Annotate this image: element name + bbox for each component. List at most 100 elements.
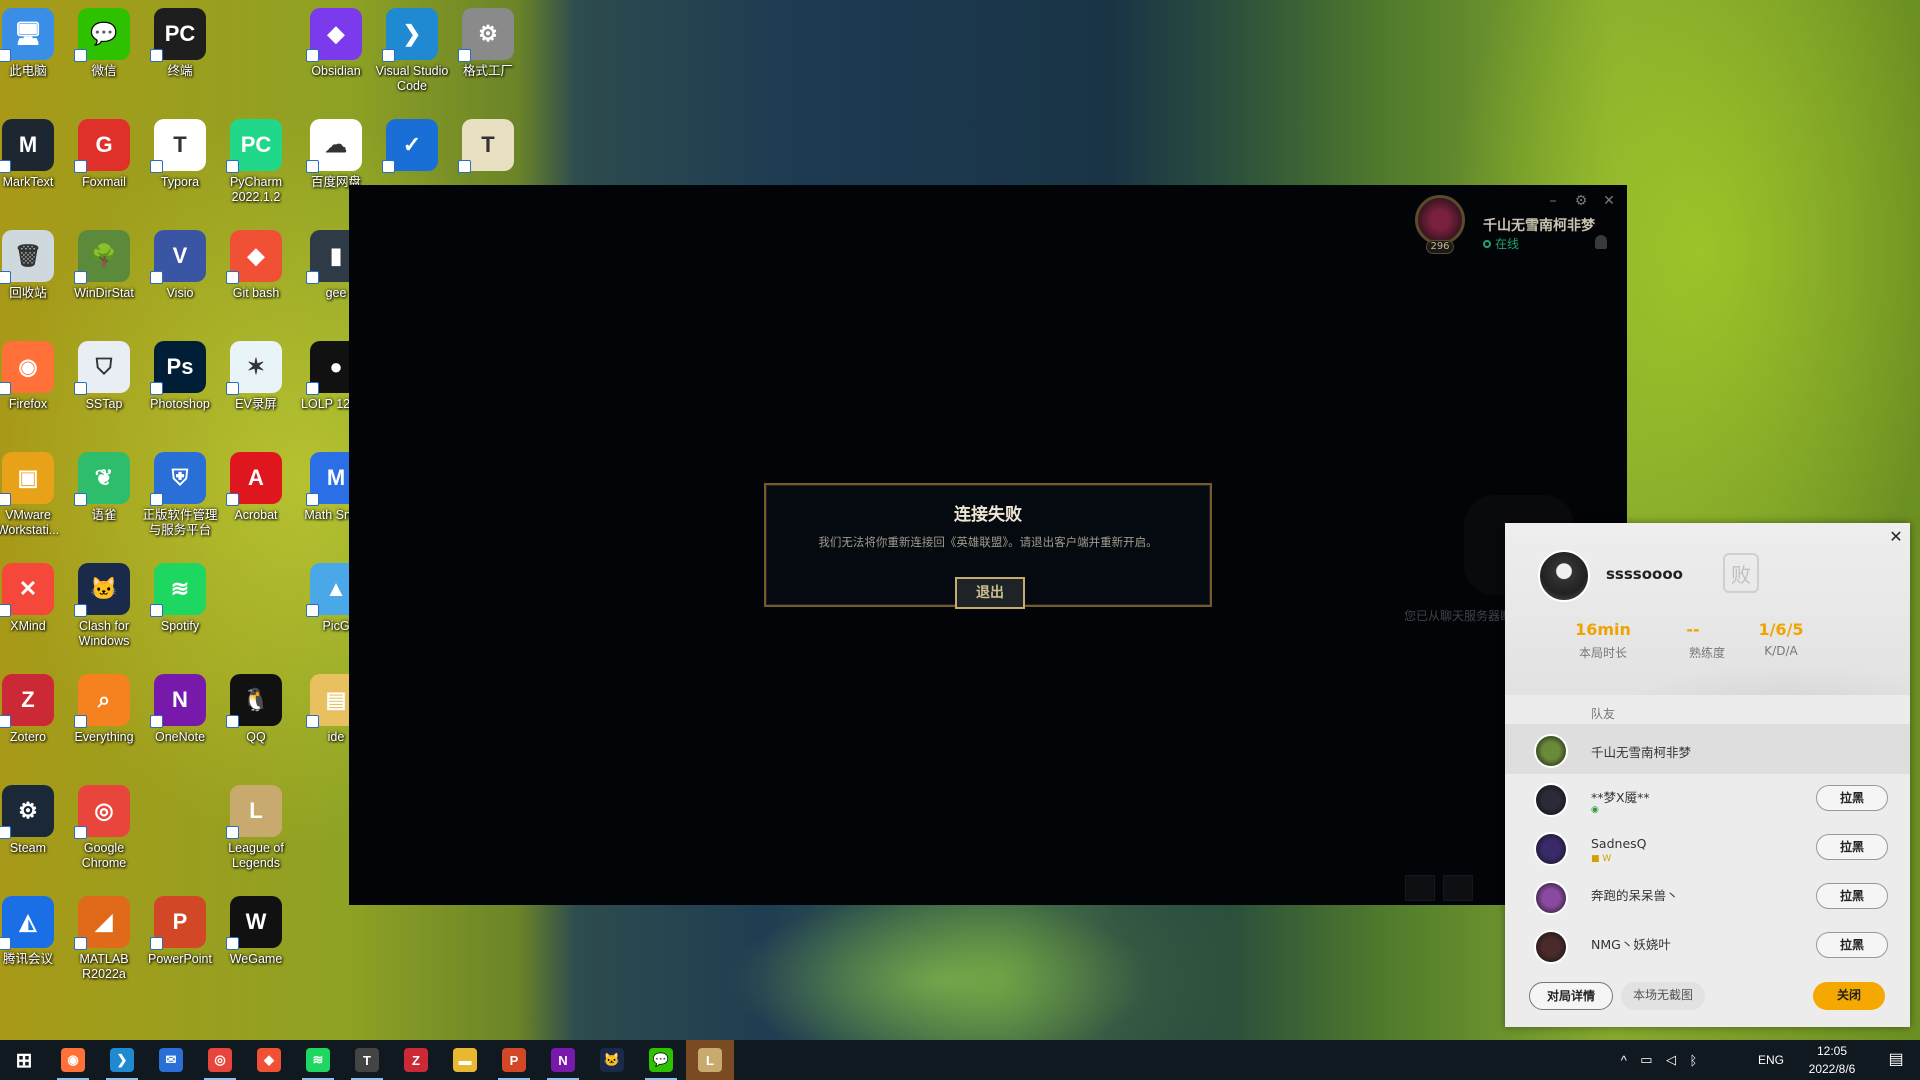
stat-duration-label: 本局时长: [1578, 646, 1627, 660]
desktop-icon[interactable]: ⌕ Everything: [66, 666, 142, 745]
desktop-icon[interactable]: T Typora: [142, 111, 218, 190]
app-icon: ◎: [74, 785, 130, 839]
close-result-button[interactable]: 关闭: [1813, 982, 1885, 1010]
app-icon: N: [150, 674, 206, 728]
bluetooth-icon[interactable]: ᛒ: [1689, 1053, 1697, 1068]
desktop-icon[interactable]: 💬 微信: [66, 0, 142, 79]
desktop-icon-label: VMware Workstati...: [0, 508, 60, 537]
desktop-icon[interactable]: ◎ Google Chrome: [66, 777, 142, 871]
stat-duration-value: 16min: [1575, 620, 1631, 639]
teammate-row: 千山无雪南柯非梦: [1505, 724, 1910, 774]
minimize-button[interactable]: –: [1543, 191, 1563, 211]
quit-button[interactable]: 退出: [955, 577, 1025, 609]
desktop-icon-label: Google Chrome: [81, 841, 127, 870]
desktop-icon-label: Obsidian: [311, 64, 361, 78]
desktop-icon[interactable]: Z Zotero: [0, 666, 66, 745]
input-language[interactable]: ENG: [1758, 1040, 1784, 1080]
desktop-icon[interactable]: 🐧 QQ: [218, 666, 294, 745]
taskbar-git-button[interactable]: ◆: [245, 1040, 293, 1080]
desktop-icon-label: Clash for Windows: [78, 619, 130, 648]
taskbar-zotero-button[interactable]: Z: [392, 1040, 440, 1080]
desktop-icon[interactable]: 🌳 WinDirStat: [66, 222, 142, 301]
taskbar-onenote-button[interactable]: N: [539, 1040, 587, 1080]
desktop-icon[interactable]: ⚙ Steam: [0, 777, 66, 856]
desktop-icon-label: SSTap: [85, 397, 123, 411]
desktop-icon[interactable]: A Acrobat: [218, 444, 294, 523]
desktop-icon[interactable]: ✓: [374, 111, 450, 175]
close-card-icon[interactable]: ✕: [1886, 527, 1906, 547]
explorer-icon: ▬: [453, 1048, 477, 1072]
desktop-icon[interactable]: L League of Legends: [218, 777, 294, 871]
desktop-icon[interactable]: ≋ Spotify: [142, 555, 218, 634]
taskbar-firefox-button[interactable]: ◉: [49, 1040, 97, 1080]
taskbar-spotify-button[interactable]: ≋: [294, 1040, 342, 1080]
desktop-icon[interactable]: ⛉ SSTap: [66, 333, 142, 412]
desktop-icon[interactable]: ◆ Obsidian: [298, 0, 374, 79]
online-status: 在线: [1483, 235, 1519, 252]
desktop-icon-label: Zotero: [9, 730, 47, 744]
app-icon: W: [226, 896, 282, 950]
taskbar-league-button[interactable]: L: [686, 1040, 734, 1080]
status-dot-icon: [1483, 240, 1491, 248]
desktop-icon[interactable]: G Foxmail: [66, 111, 142, 190]
desktop-icon[interactable]: T: [450, 111, 526, 175]
desktop-icon[interactable]: ⛨ 正版软件管理与服务平台: [142, 444, 218, 538]
desktop-icon[interactable]: ◢ MATLAB R2022a: [66, 888, 142, 982]
taskbar-wechat-button[interactable]: 💬: [637, 1040, 685, 1080]
show-hidden-icons-icon[interactable]: ^: [1621, 1053, 1627, 1068]
block-player-button[interactable]: 拉黑: [1816, 834, 1888, 860]
desktop-icon[interactable]: ◆ Git bash: [218, 222, 294, 301]
taskbar-start-button[interactable]: ⊞: [0, 1040, 48, 1080]
desktop-icon[interactable]: Ps Photoshop: [142, 333, 218, 412]
desktop-icon[interactable]: 🗑 回收站: [0, 222, 66, 301]
summoner-name[interactable]: 千山无雪南柯非梦: [1483, 215, 1595, 235]
desktop-icon[interactable]: PC PyCharm 2022.1.2: [218, 111, 294, 205]
desktop-icon[interactable]: ▣ VMware Workstati...: [0, 444, 66, 538]
app-icon: T: [458, 119, 514, 173]
desktop-icon[interactable]: ◉ Firefox: [0, 333, 66, 412]
close-client-button[interactable]: ✕: [1599, 191, 1619, 211]
block-player-button[interactable]: 拉黑: [1816, 883, 1888, 909]
taskbar-vscode-button[interactable]: ❯: [98, 1040, 146, 1080]
desktop-icon[interactable]: V Visio: [142, 222, 218, 301]
desktop-icon[interactable]: ❦ 语雀: [66, 444, 142, 523]
taskbar-powerpoint-button[interactable]: P: [490, 1040, 538, 1080]
chat-icon[interactable]: [1405, 875, 1435, 901]
match-details-button[interactable]: 对局详情: [1529, 982, 1613, 1010]
desktop-icon[interactable]: W WeGame: [218, 888, 294, 967]
app-icon: ❦: [74, 452, 130, 506]
desktop-icon[interactable]: PC 终端: [142, 0, 218, 79]
desktop-icon-label: WinDirStat: [74, 286, 134, 300]
network-icon[interactable]: ▭: [1640, 1052, 1652, 1068]
desktop-icon-label: Steam: [9, 841, 47, 855]
desktop-icon[interactable]: ✕ XMind: [0, 555, 66, 634]
desktop-icon[interactable]: ☁ 百度网盘: [298, 111, 374, 190]
desktop-icon[interactable]: P PowerPoint: [142, 888, 218, 967]
desktop-icon[interactable]: 🐱 Clash for Windows: [66, 555, 142, 649]
desktop-icon[interactable]: N OneNote: [142, 666, 218, 745]
taskbar-typora-button[interactable]: T: [343, 1040, 391, 1080]
desktop-icon[interactable]: ❯ Visual Studio Code: [374, 0, 450, 94]
stat-kda-value: 1/6/5: [1758, 620, 1804, 639]
stat-kda-label: K/D/A: [1764, 644, 1798, 658]
volume-icon[interactable]: ◁: [1666, 1052, 1676, 1068]
friends-icon[interactable]: [1443, 875, 1473, 901]
taskbar-clash-button[interactable]: 🐱: [588, 1040, 636, 1080]
block-player-button[interactable]: 拉黑: [1816, 785, 1888, 811]
desktop-icon[interactable]: ◭ 腾讯会议: [0, 888, 66, 967]
desktop-icon[interactable]: M MarkText: [0, 111, 66, 190]
desktop-icon[interactable]: ⚙ 格式工厂: [450, 0, 526, 79]
desktop-icon[interactable]: 🖥 此电脑: [0, 0, 66, 79]
taskbar-explorer-button[interactable]: ▬: [441, 1040, 489, 1080]
desktop-icon[interactable]: ✶ EV录屏: [218, 333, 294, 412]
summoner-level: 296: [1426, 240, 1454, 254]
app-icon: ≋: [150, 563, 206, 617]
notification-bell-icon[interactable]: [1595, 235, 1607, 249]
profile-icon[interactable]: [1415, 195, 1465, 245]
settings-gear-icon[interactable]: ⚙: [1571, 191, 1591, 211]
action-center-icon[interactable]: ▤: [1876, 1040, 1916, 1080]
clock[interactable]: 12:05 2022/8/6: [1792, 1042, 1872, 1078]
block-player-button[interactable]: 拉黑: [1816, 932, 1888, 958]
taskbar-mail-button[interactable]: ✉: [147, 1040, 195, 1080]
taskbar-chrome-button[interactable]: ◎: [196, 1040, 244, 1080]
